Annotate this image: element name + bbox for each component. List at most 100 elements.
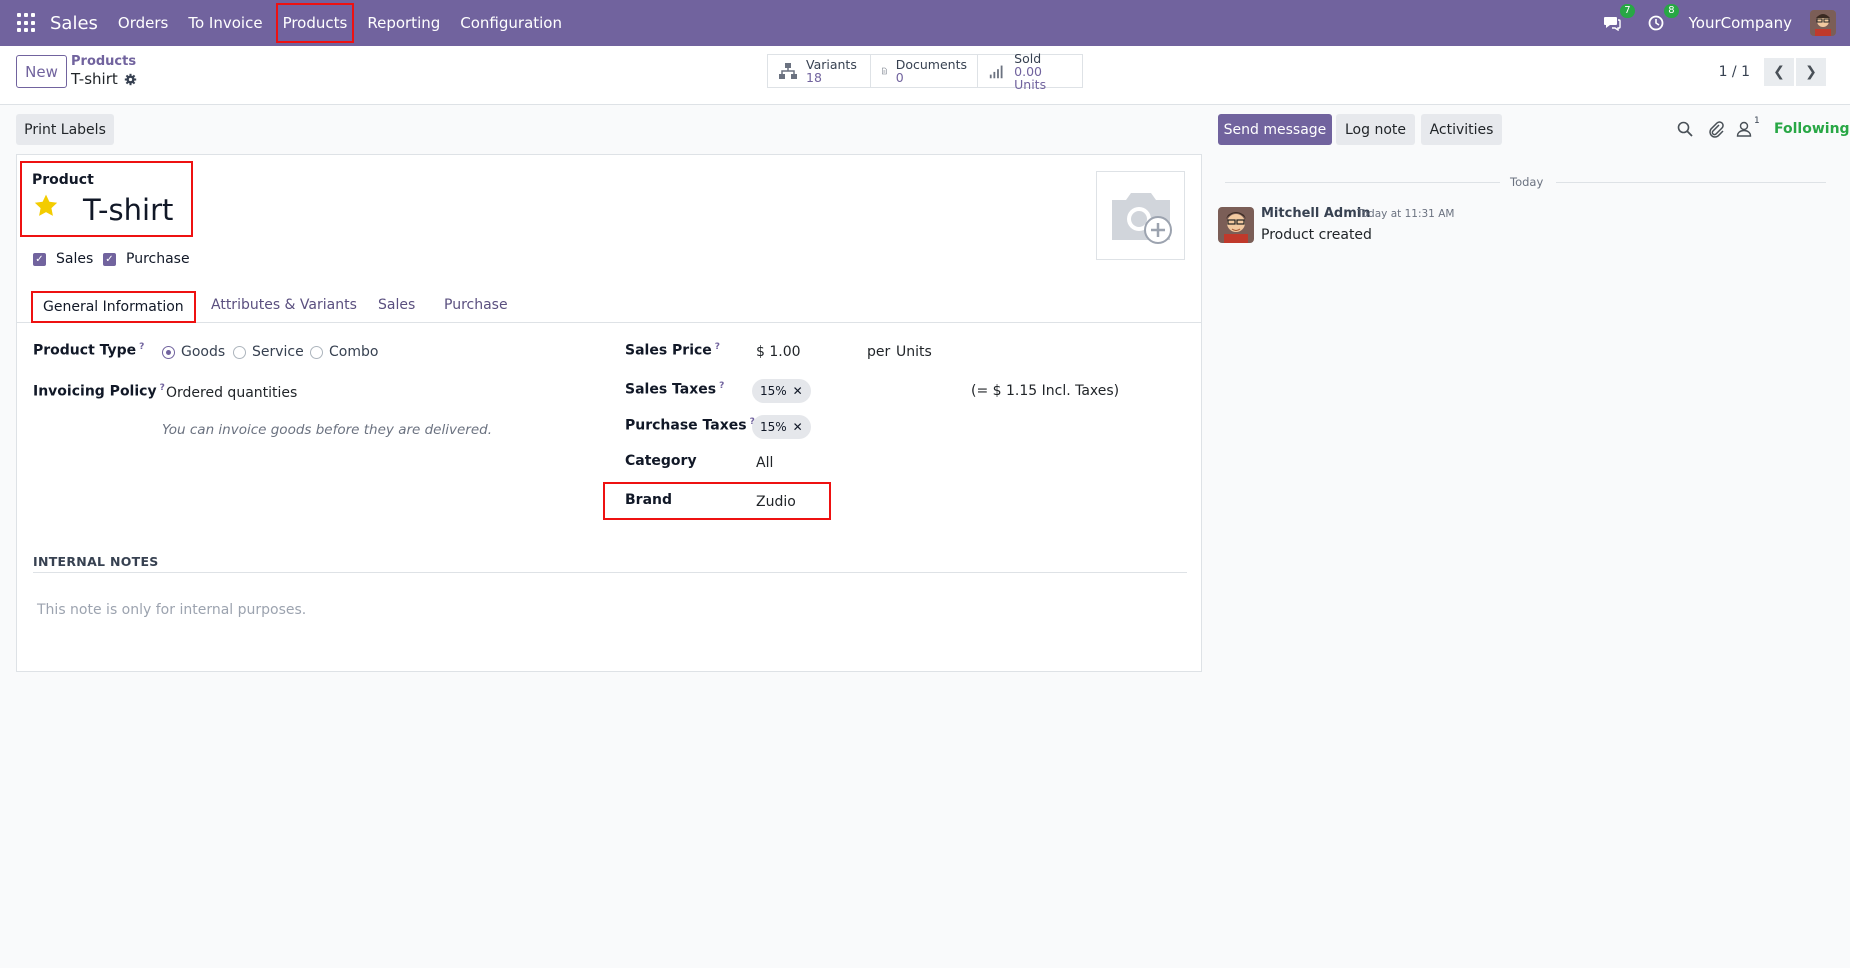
product-image-upload[interactable] [1096,171,1185,260]
message-author[interactable]: Mitchell Admin [1261,206,1370,221]
service-label: Service [252,344,304,360]
menu-products[interactable]: Products [273,0,358,46]
app-name[interactable]: Sales [50,13,98,34]
help-icon[interactable]: ? [139,342,144,352]
notebook-tabs: General Information Attributes & Variant… [17,288,1201,323]
sales-taxes-label: Sales Taxes? [625,381,724,398]
sold-smart-button[interactable]: Sold 0.00 Units [978,50,1082,91]
author-avatar[interactable] [1218,207,1254,243]
variants-count: 18 [806,70,822,85]
top-navbar: Sales Orders To Invoice Products Reporti… [0,0,1850,46]
search-icon[interactable] [1676,120,1694,138]
pager-next-icon[interactable]: ❯ [1796,58,1826,86]
remove-tag-icon[interactable]: ✕ [793,384,803,398]
tab-attributes-variants[interactable]: Attributes & Variants [211,288,357,322]
radio-icon [233,345,246,359]
sales-checkbox[interactable]: ✓ Sales [33,251,93,267]
radio-selected-icon [162,345,175,359]
product-label: Product [32,172,94,188]
category-label: Category [625,453,697,469]
sales-tax-tag: 15% ✕ [752,379,811,403]
remove-tag-icon[interactable]: ✕ [793,420,803,434]
brand-select[interactable]: Zudio [756,494,796,510]
activities-button[interactable]: Activities [1421,114,1502,145]
menu-orders[interactable]: Orders [108,0,178,46]
apps-menu-icon[interactable] [17,13,37,33]
activities-badge: 8 [1664,4,1679,18]
purchase-checkbox[interactable]: ✓ Purchase [103,251,190,267]
documents-smart-button[interactable]: Documents 0 [871,55,978,87]
internal-notes-title: INTERNAL NOTES [33,554,159,569]
purchase-taxes-label: Purchase Taxes? [625,417,755,434]
menu-to-invoice[interactable]: To Invoice [178,0,272,46]
variants-smart-button[interactable]: Variants 18 [768,55,871,87]
invoicing-policy-label-text: Invoicing Policy [33,383,157,400]
pager: 1 / 1 ❮ ❯ [1719,58,1826,86]
product-type-goods[interactable]: Goods [162,344,225,360]
help-icon[interactable]: ? [160,383,165,393]
log-note-button[interactable]: Log note [1336,114,1415,145]
product-type-label-text: Product Type [33,342,137,359]
brand-label: Brand [625,492,673,508]
invoicing-policy-hint: You can invoice goods before they are de… [162,422,492,438]
purchase-tax-tag: 15% ✕ [752,415,811,439]
tab-general-information[interactable]: General Information [31,291,196,323]
incl-taxes-amount: (= $ 1.15 Incl. Taxes) [971,383,1120,399]
message-date: Today at 11:31 AM [1357,208,1455,220]
uom-select[interactable]: Units [896,344,932,360]
sold-label: Sold [1014,50,1042,66]
invoicing-policy-select[interactable]: Ordered quantities [166,385,297,401]
gear-icon[interactable] [124,73,137,86]
menu-reporting[interactable]: Reporting [357,0,450,46]
pager-value[interactable]: 1 / 1 [1719,64,1750,80]
product-form-sheet: Product T-shirt ✓ Sales ✓ Purchase Gener… [16,154,1202,672]
breadcrumb: Products T-shirt [71,54,137,88]
breadcrumb-current: T-shirt [71,70,137,88]
user-avatar[interactable] [1810,10,1836,36]
purchase-taxes-label-text: Purchase Taxes [625,417,747,434]
tab-purchase[interactable]: Purchase [444,288,508,322]
documents-count: 0 [895,70,904,85]
breadcrumb-current-label: T-shirt [71,70,118,88]
following-button[interactable]: Following [1774,121,1850,137]
product-type-service[interactable]: Service [233,344,304,360]
date-separator-line-left [1225,182,1500,183]
followers-count: 1 [1754,116,1760,126]
invoicing-policy-label: Invoicing Policy? [33,383,165,400]
variants-icon [779,63,797,79]
new-button[interactable]: New [16,55,67,88]
camera-add-icon [1111,192,1172,244]
internal-notes-divider [33,572,1187,573]
category-select[interactable]: All [756,455,773,471]
internal-notes-textarea[interactable]: This note is only for internal purposes. [37,602,306,618]
messages-badge: 7 [1620,4,1635,18]
activities-clock-icon[interactable]: 8 [1645,4,1679,34]
send-message-button[interactable]: Send message [1218,114,1332,145]
pager-previous-icon[interactable]: ❮ [1764,58,1794,86]
tab-sales[interactable]: Sales [378,288,415,322]
menu-configuration[interactable]: Configuration [450,0,572,46]
product-name-field[interactable]: T-shirt [83,193,173,227]
sales-price-input[interactable]: $ 1.00 [756,344,801,360]
company-switcher[interactable]: YourCompany [1689,14,1792,32]
purchase-tax-tag-label: 15% [760,420,787,434]
favorite-star-icon[interactable] [33,193,59,219]
control-panel: New Products T-shirt Variants 18 Document… [0,46,1850,105]
documents-label: Documents [895,57,967,72]
product-type-label: Product Type? [33,342,144,359]
goods-label: Goods [181,344,226,360]
help-icon[interactable]: ? [719,381,724,391]
product-type-combo[interactable]: Combo [310,344,378,360]
help-icon[interactable]: ? [715,342,720,352]
messages-icon[interactable]: 7 [1601,4,1635,34]
breadcrumb-products-link[interactable]: Products [71,54,137,69]
date-separator-line-right [1556,182,1826,183]
sold-value: 0.00 Units [1014,63,1047,92]
print-labels-button[interactable]: Print Labels [16,114,114,145]
combo-label: Combo [329,344,379,360]
purchase-checkbox-label: Purchase [126,251,190,267]
followers-user-icon[interactable] [1735,120,1753,138]
per-label: per [867,344,891,360]
message-body: Product created [1261,227,1372,243]
paperclip-icon[interactable] [1707,120,1725,138]
